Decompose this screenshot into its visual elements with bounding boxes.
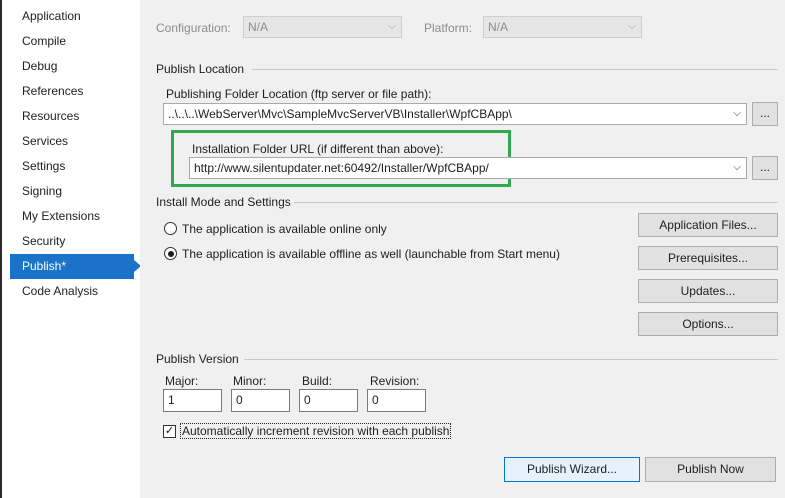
install-mode-title: Install Mode and Settings <box>156 195 291 209</box>
sidebar-item-security[interactable]: Security <box>10 229 134 254</box>
sidebar-item-debug[interactable]: Debug <box>10 54 134 79</box>
sidebar-item-signing[interactable]: Signing <box>10 179 134 204</box>
options-button[interactable]: Options... <box>638 312 778 336</box>
publish-location-title: Publish Location <box>156 62 245 76</box>
chevron-down-icon: ⌵ <box>388 21 396 32</box>
platform-value: N/A <box>488 20 509 34</box>
minor-input[interactable]: 0 <box>231 389 290 412</box>
prerequisites-button[interactable]: Prerequisites... <box>638 246 778 270</box>
sidebar-item-publish[interactable]: Publish* <box>10 254 141 279</box>
sidebar-item-settings[interactable]: Settings <box>10 154 134 179</box>
chevron-down-icon: ⌵ <box>733 108 741 119</box>
offline-radio[interactable] <box>164 247 177 260</box>
chevron-down-icon: ⌵ <box>628 21 636 32</box>
publish-wizard-button[interactable]: Publish Wizard... <box>504 457 640 482</box>
auto-increment-checkbox[interactable]: ✓ <box>163 425 176 438</box>
publish-now-button[interactable]: Publish Now <box>645 457 776 482</box>
online-only-label[interactable]: The application is available online only <box>182 222 387 236</box>
chevron-down-icon: ⌵ <box>733 162 741 173</box>
configuration-value: N/A <box>248 20 269 34</box>
installation-url-input[interactable]: http://www.silentupdater.net:60492/Insta… <box>189 157 747 179</box>
build-label: Build: <box>302 374 333 388</box>
application-files-button[interactable]: Application Files... <box>638 213 778 237</box>
publishing-folder-input[interactable]: ..\..\..\WebServer\Mvc\SampleMvcServerVB… <box>163 103 747 125</box>
installation-url-value: http://www.silentupdater.net:60492/Insta… <box>194 161 489 175</box>
sidebar-item-my-extensions[interactable]: My Extensions <box>10 204 134 229</box>
checkmark-icon: ✓ <box>164 425 175 437</box>
offline-label[interactable]: The application is available offline as … <box>182 247 560 261</box>
installation-url-label: Installation Folder URL (if different th… <box>192 142 444 156</box>
major-input[interactable]: 1 <box>163 389 222 412</box>
platform-select[interactable]: N/A ⌵ <box>483 16 642 38</box>
section-divider <box>294 202 778 203</box>
major-label: Major: <box>165 374 199 388</box>
sidebar: Application Compile Debug References Res… <box>0 0 141 498</box>
publish-page: Configuration: N/A ⌵ Platform: N/A ⌵ Pub… <box>140 0 785 498</box>
browse-url-button[interactable]: ... <box>752 156 778 180</box>
sidebar-item-code-analysis[interactable]: Code Analysis <box>10 279 134 304</box>
configuration-select[interactable]: N/A ⌵ <box>243 16 402 38</box>
publishing-folder-label: Publishing Folder Location (ftp server o… <box>166 87 432 101</box>
sidebar-item-services[interactable]: Services <box>10 129 134 154</box>
publish-version-title: Publish Version <box>156 352 239 366</box>
sidebar-item-resources[interactable]: Resources <box>10 104 134 129</box>
browse-folder-button[interactable]: ... <box>752 102 778 126</box>
publishing-folder-value: ..\..\..\WebServer\Mvc\SampleMvcServerVB… <box>168 107 512 121</box>
sidebar-item-compile[interactable]: Compile <box>10 29 134 54</box>
online-only-radio[interactable] <box>164 222 177 235</box>
build-input[interactable]: 0 <box>299 389 358 412</box>
sidebar-item-application[interactable]: Application <box>10 4 134 29</box>
configuration-label: Configuration: <box>156 21 231 35</box>
revision-input[interactable]: 0 <box>367 389 426 412</box>
section-divider <box>244 359 778 360</box>
revision-label: Revision: <box>370 374 420 388</box>
sidebar-item-references[interactable]: References <box>10 79 134 104</box>
section-divider <box>252 69 778 70</box>
updates-button[interactable]: Updates... <box>638 279 778 303</box>
auto-increment-label[interactable]: Automatically increment revision with ea… <box>179 423 452 439</box>
minor-label: Minor: <box>233 374 267 388</box>
platform-label: Platform: <box>424 21 473 35</box>
